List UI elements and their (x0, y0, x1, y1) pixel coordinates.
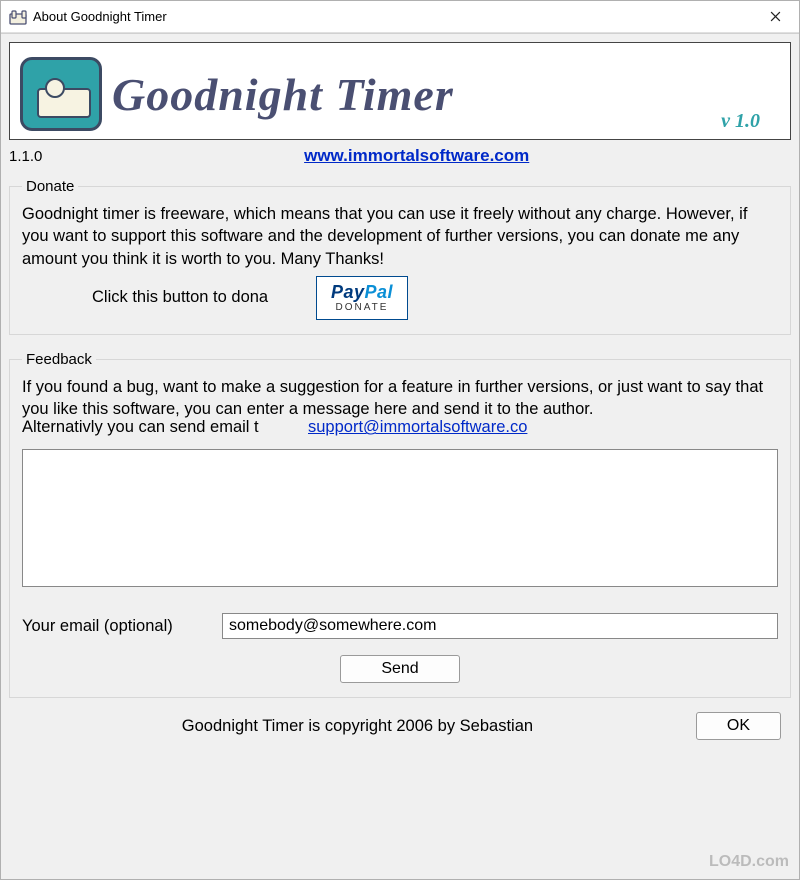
email-input[interactable] (222, 613, 778, 639)
titlebar: About Goodnight Timer (1, 1, 799, 33)
feedback-alt-text: Alternativly you can send email t (22, 418, 292, 437)
app-icon (9, 8, 27, 26)
version-text: 1.1.0 (9, 146, 42, 165)
ok-button[interactable]: OK (696, 712, 781, 740)
support-email-link[interactable]: support@immortalsoftware.co (308, 418, 548, 437)
donate-group: Donate Goodnight timer is freeware, whic… (9, 178, 791, 335)
copyright-text: Goodnight Timer is copyright 2006 by Seb… (19, 717, 696, 736)
banner-version: v 1.0 (721, 110, 760, 133)
send-button[interactable]: Send (340, 655, 459, 683)
website-link[interactable]: www.immortalsoftware.com (42, 146, 791, 172)
feedback-message-input[interactable] (22, 449, 778, 587)
feedback-body: If you found a bug, want to make a sugge… (22, 376, 778, 421)
banner-title: Goodnight Timer (112, 68, 454, 121)
donate-button-label: Click this button to dona (92, 288, 302, 307)
bed-icon (20, 57, 102, 131)
paypal-icon: PayPal (331, 283, 393, 301)
donate-legend: Donate (22, 178, 78, 195)
email-label: Your email (optional) (22, 617, 212, 636)
feedback-group: Feedback If you found a bug, want to mak… (9, 351, 791, 699)
close-button[interactable] (753, 3, 797, 31)
client-area: Goodnight Timer v 1.0 1.1.0 www.immortal… (1, 33, 799, 879)
close-icon (770, 11, 781, 22)
app-banner: Goodnight Timer v 1.0 (9, 42, 791, 140)
paypal-donate-button[interactable]: PayPal DONATE (316, 276, 408, 320)
about-window: About Goodnight Timer Goodnight Timer v … (0, 0, 800, 880)
feedback-legend: Feedback (22, 351, 96, 368)
window-title: About Goodnight Timer (33, 9, 753, 24)
donate-body: Goodnight timer is freeware, which means… (22, 203, 778, 270)
